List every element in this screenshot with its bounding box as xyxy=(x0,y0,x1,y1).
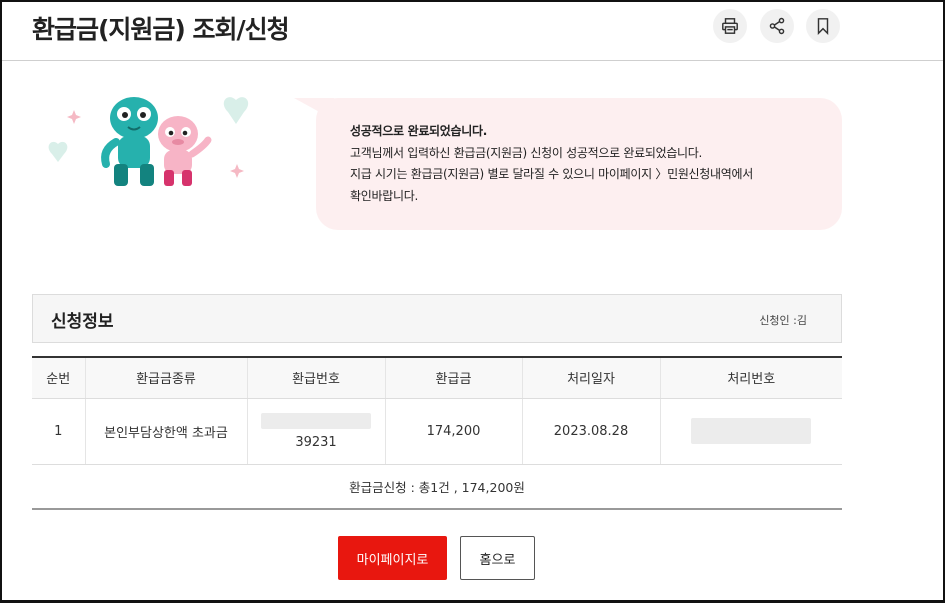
cell-type: 본인부담상한액 초과금 xyxy=(84,398,247,465)
mascot-illustration xyxy=(48,97,249,186)
refund-table: 순번 환급금종류 환급번호 환급금 처리일자 처리번호 1 본인부담상한액 초과… xyxy=(32,356,842,510)
applicant-name: 신청인 :김 xyxy=(759,314,807,327)
notice-line: 지급 시기는 환급금(지원금) 별로 달라질 수 있으니 마이페이지 〉민원신청… xyxy=(350,167,754,181)
col-header: 환급금종류 xyxy=(84,356,247,399)
redacted-block xyxy=(261,412,371,429)
notice-headline: 성공적으로 완료되었습니다. xyxy=(350,124,488,138)
share-button[interactable] xyxy=(760,9,794,43)
table-header-row: 순번 환급금종류 환급번호 환급금 처리일자 처리번호 xyxy=(32,356,842,399)
summary-text: 환급금신청 : 총1건 , 174,200원 xyxy=(32,464,842,510)
cell-process-no xyxy=(659,398,842,465)
application-info-header: 신청정보 신청인 :김 xyxy=(32,294,842,343)
cell-date: 2023.08.28 xyxy=(521,398,660,465)
redacted-block xyxy=(691,418,812,444)
col-header: 환급번호 xyxy=(246,356,385,399)
bookmark-button[interactable] xyxy=(806,9,840,43)
bookmark-icon xyxy=(817,18,829,35)
title-divider xyxy=(2,60,943,61)
col-header: 환급금 xyxy=(384,356,522,399)
notice-line: 고객님께서 입력하신 환급금(지원금) 신청이 성공적으로 완료되었습니다. xyxy=(350,145,703,160)
print-button[interactable] xyxy=(713,9,747,43)
notice-message: 성공적으로 완료되었습니다. 고객님께서 입력하신 환급금(지원금) 신청이 성… xyxy=(350,121,753,207)
summary-row: 환급금신청 : 총1건 , 174,200원 xyxy=(32,464,842,510)
col-header: 순번 xyxy=(32,356,85,399)
notice-line: 확인바랍니다. xyxy=(350,188,418,203)
table-row: 1 본인부담상한액 초과금 39231 174,200 2023.08.28 xyxy=(32,398,842,465)
mypage-button[interactable]: 마이페이지로 xyxy=(338,536,447,580)
col-header: 처리일자 xyxy=(521,356,660,399)
cell-no: 1 xyxy=(32,398,85,465)
page-title: 환급금(지원금) 조회/신청 xyxy=(32,15,290,44)
home-button[interactable]: 홈으로 xyxy=(460,536,535,580)
col-header: 처리번호 xyxy=(659,356,842,399)
share-icon xyxy=(769,17,785,35)
cell-refund-no: 39231 xyxy=(246,398,385,465)
section-title: 신청정보 xyxy=(51,312,114,332)
print-icon xyxy=(722,18,738,34)
cell-amount: 174,200 xyxy=(384,398,522,465)
refund-no-tail: 39231 xyxy=(295,434,337,450)
